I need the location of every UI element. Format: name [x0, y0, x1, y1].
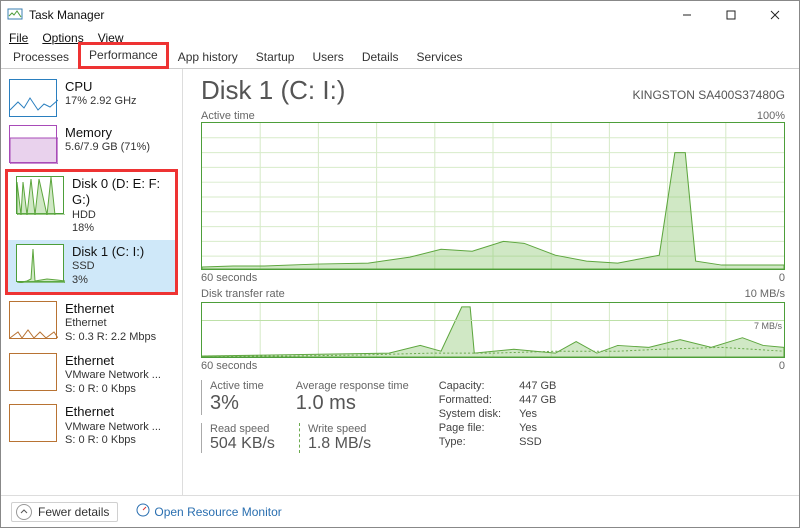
sidebar-item-eth0[interactable]: Ethernet Ethernet S: 0.3 R: 2.2 Mbps: [1, 297, 182, 349]
chart2-label: Disk transfer rate: [201, 288, 285, 300]
footer: Fewer details Open Resource Monitor: [1, 495, 799, 527]
tab-processes[interactable]: Processes: [4, 46, 78, 69]
sidebar-item-cpu[interactable]: CPU 17% 2.92 GHz: [1, 75, 182, 121]
eth0-sub1: Ethernet: [65, 317, 156, 331]
eth0-title: Ethernet: [65, 301, 156, 317]
open-resource-monitor-link[interactable]: Open Resource Monitor: [136, 503, 281, 520]
chart1-xleft: 60 seconds: [201, 272, 257, 284]
resource-monitor-icon: [136, 503, 150, 520]
disk0-sub2: 18%: [72, 222, 167, 236]
menu-file[interactable]: File: [9, 31, 28, 45]
eth0-thumb-icon: [9, 301, 57, 339]
active-time-value: 3%: [210, 392, 264, 415]
disk1-title: Disk 1 (C: I:): [72, 244, 144, 260]
tab-services[interactable]: Services: [408, 46, 472, 69]
active-time-label: Active time: [210, 380, 264, 392]
app-icon: [7, 6, 23, 25]
cap-sysdisk-v: Yes: [519, 408, 556, 420]
disk1-thumb-icon: [16, 244, 64, 282]
chevron-up-icon: [16, 504, 32, 520]
capacity-grid: Capacity: 447 GB Formatted: 447 GB System …: [439, 380, 557, 453]
eth2-title: Ethernet: [65, 404, 161, 420]
cap-formatted-l: Formatted:: [439, 394, 501, 406]
sidebar-item-eth1[interactable]: Ethernet VMware Network ... S: 0 R: 0 Kb…: [1, 349, 182, 401]
write-speed-value: 1.8 MB/s: [308, 435, 371, 453]
disk0-thumb-icon: [16, 176, 64, 214]
disk0-title: Disk 0 (D: E: F: G:): [72, 176, 167, 209]
transfer-rate-chart: 7 MB/s: [201, 302, 785, 358]
stats-row: Active time 3% Average response time 1.0…: [201, 380, 785, 453]
tab-startup[interactable]: Startup: [247, 46, 304, 69]
chart1-max: 100%: [757, 110, 785, 122]
disk1-sub2: 3%: [72, 274, 144, 288]
page-title: Disk 1 (C: I:): [201, 75, 345, 106]
chart2-max: 10 MB/s: [745, 288, 785, 300]
avg-resp-label: Average response time: [296, 380, 409, 392]
eth2-sub2: S: 0 R: 0 Kbps: [65, 434, 161, 448]
fewer-details-label: Fewer details: [38, 505, 109, 519]
disk0-sub1: HDD: [72, 209, 167, 223]
cap-pagefile-l: Page file:: [439, 422, 501, 434]
cap-formatted-v: 447 GB: [519, 394, 556, 406]
sidebar-item-disk0[interactable]: Disk 0 (D: E: F: G:) HDD 18%: [8, 172, 175, 240]
disk-highlight-box: Disk 0 (D: E: F: G:) HDD 18% Disk 1 (C: …: [5, 169, 178, 295]
memory-title: Memory: [65, 125, 150, 141]
eth1-title: Ethernet: [65, 353, 161, 369]
avg-resp-value: 1.0 ms: [296, 392, 409, 415]
chart2-xright: 0: [779, 360, 785, 372]
tab-strip: Processes Performance App history Startu…: [1, 47, 799, 69]
cap-capacity-l: Capacity:: [439, 380, 501, 392]
cap-pagefile-v: Yes: [519, 422, 556, 434]
performance-sidebar: CPU 17% 2.92 GHz Memory 5.6/7.9 GB (71%): [1, 69, 183, 495]
cap-capacity-v: 447 GB: [519, 380, 556, 392]
cap-type-l: Type:: [439, 436, 501, 448]
minimize-button[interactable]: [665, 1, 709, 29]
performance-main: Disk 1 (C: I:) KINGSTON SA400S37480G Act…: [183, 69, 799, 495]
close-button[interactable]: [753, 1, 797, 29]
fewer-details-button[interactable]: Fewer details: [11, 502, 118, 522]
eth2-thumb-icon: [9, 404, 57, 442]
chart1-xright: 0: [779, 272, 785, 284]
device-model: KINGSTON SA400S37480G: [632, 88, 785, 102]
tab-users[interactable]: Users: [303, 46, 352, 69]
window-title: Task Manager: [29, 8, 104, 22]
open-resource-monitor-label: Open Resource Monitor: [154, 505, 281, 519]
sidebar-item-memory[interactable]: Memory 5.6/7.9 GB (71%): [1, 121, 182, 167]
cap-type-v: SSD: [519, 436, 556, 448]
chart1-label: Active time: [201, 110, 255, 122]
chart2-seven-label: 7 MB/s: [202, 320, 784, 331]
cpu-sub: 17% 2.92 GHz: [65, 95, 137, 109]
memory-sub: 5.6/7.9 GB (71%): [65, 141, 150, 155]
eth0-sub2: S: 0.3 R: 2.2 Mbps: [65, 331, 156, 345]
tab-app-history[interactable]: App history: [169, 46, 247, 69]
cap-sysdisk-l: System disk:: [439, 408, 501, 420]
cpu-thumb-icon: [9, 79, 57, 117]
content-area: CPU 17% 2.92 GHz Memory 5.6/7.9 GB (71%): [1, 69, 799, 495]
active-time-chart: [201, 122, 785, 270]
memory-thumb-icon: [9, 125, 57, 163]
disk1-sub1: SSD: [72, 260, 144, 274]
eth1-thumb-icon: [9, 353, 57, 391]
task-manager-window: Task Manager File Options View Processes…: [0, 0, 800, 528]
eth2-sub1: VMware Network ...: [65, 421, 161, 435]
cpu-title: CPU: [65, 79, 137, 95]
titlebar[interactable]: Task Manager: [1, 1, 799, 29]
chart2-xleft: 60 seconds: [201, 360, 257, 372]
read-speed-value: 504 KB/s: [210, 435, 275, 453]
maximize-button[interactable]: [709, 1, 753, 29]
tab-performance[interactable]: Performance: [78, 42, 169, 69]
sidebar-item-disk1[interactable]: Disk 1 (C: I:) SSD 3%: [8, 240, 175, 292]
write-speed-label: Write speed: [308, 423, 371, 435]
sidebar-item-eth2[interactable]: Ethernet VMware Network ... S: 0 R: 0 Kb…: [1, 400, 182, 452]
eth1-sub2: S: 0 R: 0 Kbps: [65, 383, 161, 397]
eth1-sub1: VMware Network ...: [65, 369, 161, 383]
read-speed-label: Read speed: [210, 423, 275, 435]
tab-details[interactable]: Details: [353, 46, 408, 69]
